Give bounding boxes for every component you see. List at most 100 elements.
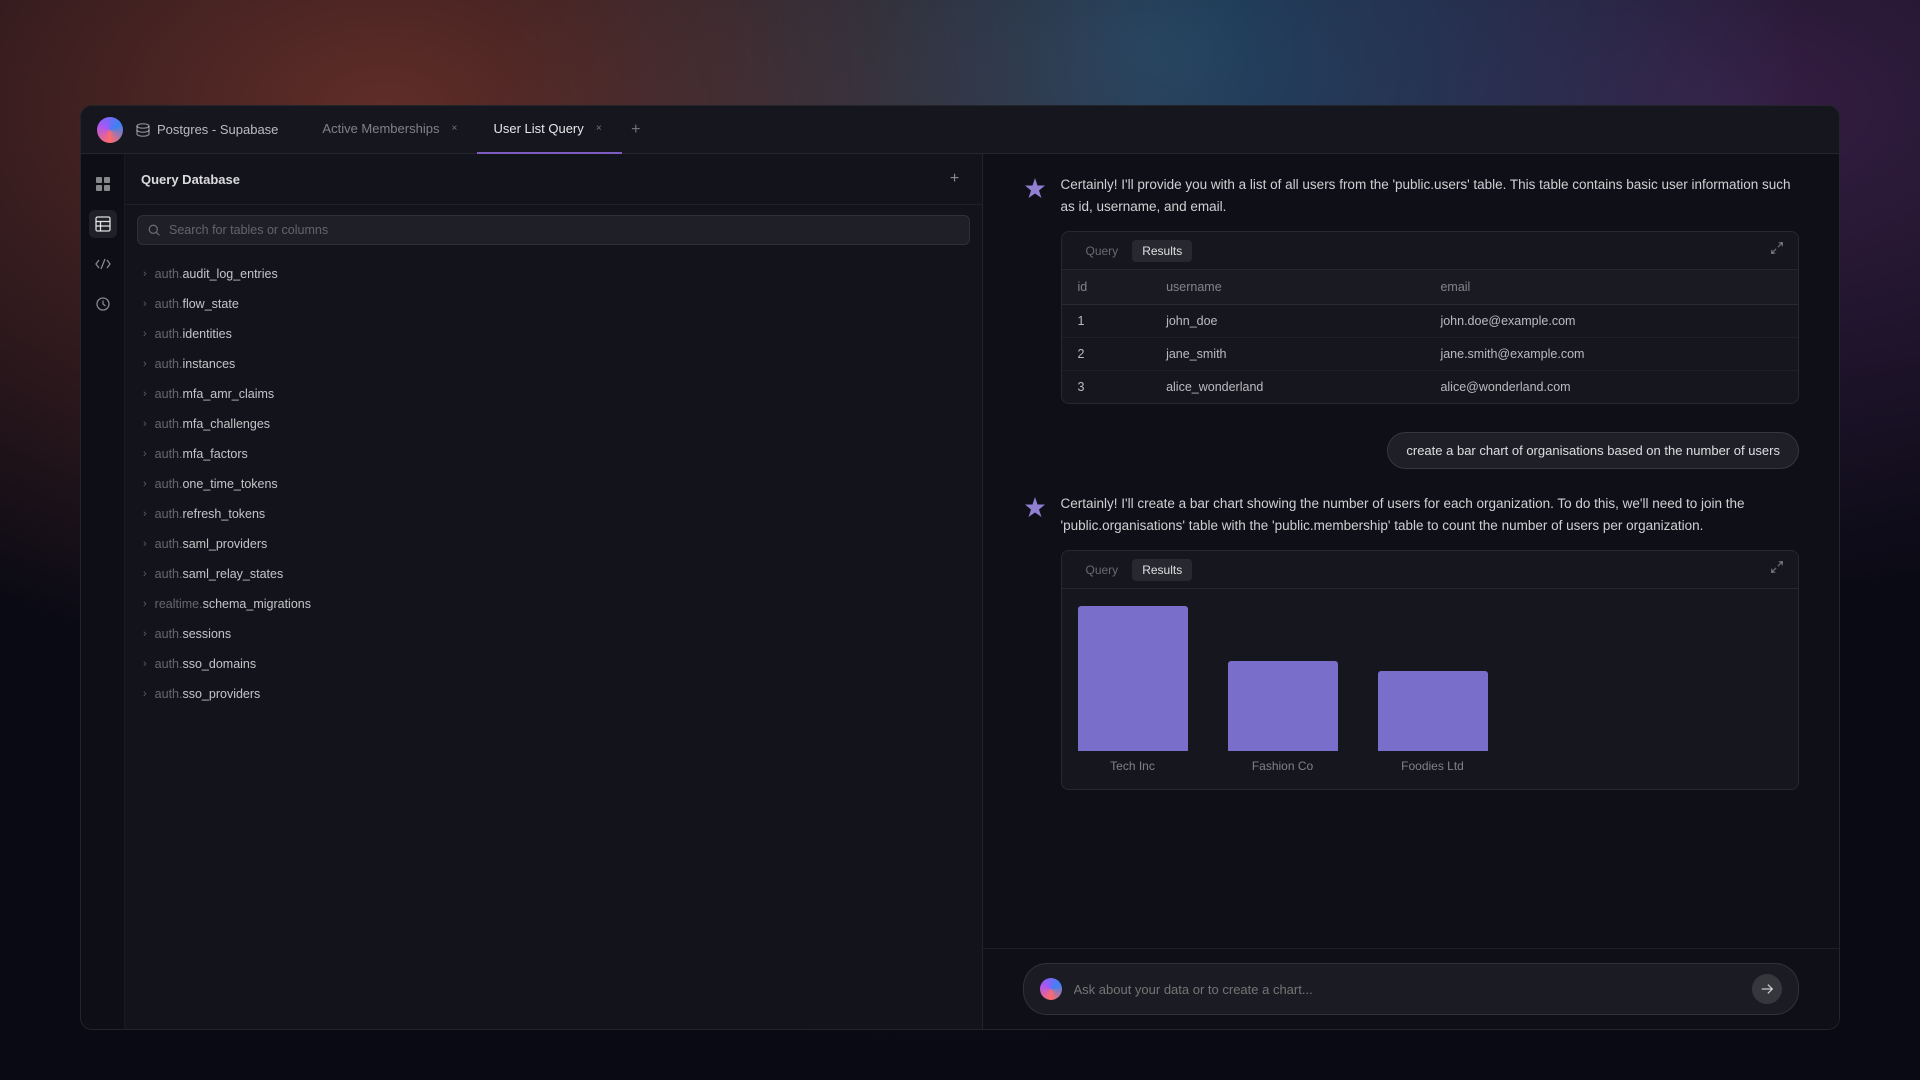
- second-ai-message: Certainly! I'll create a bar chart showi…: [1023, 493, 1800, 790]
- sidebar-title: Query Database: [141, 172, 240, 187]
- sidebar-table-item[interactable]: › auth.saml_providers: [125, 529, 982, 559]
- table-name-label: auth.mfa_challenges: [155, 417, 270, 431]
- tab-user-list-query-close[interactable]: ×: [592, 122, 606, 136]
- sidebar-table-item[interactable]: › auth.audit_log_entries: [125, 259, 982, 289]
- tab-add-button[interactable]: +: [622, 116, 650, 144]
- database-icon: [135, 122, 151, 138]
- second-ai-message-text: Certainly! I'll create a bar chart showi…: [1061, 493, 1800, 536]
- second-query-tab[interactable]: Query: [1076, 559, 1129, 581]
- chat-messages: Certainly! I'll provide you with a list …: [983, 154, 1840, 948]
- send-button[interactable]: [1752, 974, 1782, 1004]
- chat-input-box: [1023, 963, 1800, 1015]
- cell-email: john.doe@example.com: [1424, 305, 1798, 338]
- col-header-username: username: [1150, 270, 1424, 305]
- ai-avatar-2: [1023, 495, 1047, 519]
- bar-group: Fashion Co: [1228, 661, 1338, 773]
- sidebar-add-button[interactable]: +: [944, 168, 966, 190]
- search-placeholder: Search for tables or columns: [169, 223, 328, 237]
- search-icon: [148, 224, 161, 237]
- table-name-label: auth.saml_relay_states: [155, 567, 284, 581]
- cell-id: 1: [1062, 305, 1151, 338]
- bar: [1378, 671, 1488, 751]
- table-row: 1john_doejohn.doe@example.com: [1062, 305, 1799, 338]
- sidebar-table-item[interactable]: › auth.mfa_challenges: [125, 409, 982, 439]
- chevron-icon: ›: [143, 658, 147, 670]
- chevron-icon: ›: [143, 598, 147, 610]
- first-results-table: id username email 1john_doejohn.doe@exam…: [1062, 270, 1799, 403]
- cell-username: jane_smith: [1150, 338, 1424, 371]
- table-row: 2jane_smithjane.smith@example.com: [1062, 338, 1799, 371]
- second-expand-button[interactable]: [1770, 560, 1784, 579]
- app-logo: [97, 117, 123, 143]
- sidebar-table-item[interactable]: › auth.instances: [125, 349, 982, 379]
- sidebar-table-item[interactable]: › auth.mfa_factors: [125, 439, 982, 469]
- sidebar-table-item[interactable]: › auth.sso_providers: [125, 679, 982, 709]
- chevron-icon: ›: [143, 568, 147, 580]
- table-name-label: auth.mfa_factors: [155, 447, 248, 461]
- db-connection-label: Postgres - Supabase: [135, 122, 278, 138]
- first-query-tab[interactable]: Query: [1076, 240, 1129, 262]
- bar-label: Tech Inc: [1110, 759, 1155, 773]
- sidebar-table-item[interactable]: › auth.sessions: [125, 619, 982, 649]
- bar-label: Foodies Ltd: [1401, 759, 1464, 773]
- table-name-label: auth.mfa_amr_claims: [155, 387, 275, 401]
- sidebar-table-item[interactable]: › auth.saml_relay_states: [125, 559, 982, 589]
- sidebar: Query Database + Search for tables or co…: [125, 154, 983, 1029]
- cell-id: 2: [1062, 338, 1151, 371]
- first-expand-button[interactable]: [1770, 241, 1784, 260]
- table-name-label: auth.refresh_tokens: [155, 507, 266, 521]
- second-results-tabs: Query Results: [1062, 551, 1799, 589]
- sidebar-table-item[interactable]: › auth.refresh_tokens: [125, 499, 982, 529]
- first-ai-message: Certainly! I'll provide you with a list …: [1023, 174, 1800, 404]
- col-header-email: email: [1424, 270, 1798, 305]
- first-ai-message-text: Certainly! I'll provide you with a list …: [1061, 174, 1800, 217]
- second-results-tab[interactable]: Results: [1132, 559, 1192, 581]
- db-connection-name: Postgres - Supabase: [157, 122, 278, 137]
- table-name-label: realtime.schema_migrations: [155, 597, 311, 611]
- sidebar-icon-grid[interactable]: [89, 170, 117, 198]
- sidebar-table-item[interactable]: › auth.mfa_amr_claims: [125, 379, 982, 409]
- chevron-icon: ›: [143, 628, 147, 640]
- sidebar-table-item[interactable]: › auth.one_time_tokens: [125, 469, 982, 499]
- table-name-label: auth.audit_log_entries: [155, 267, 278, 281]
- table-name-label: auth.saml_providers: [155, 537, 268, 551]
- sidebar-table-item[interactable]: › auth.sso_domains: [125, 649, 982, 679]
- tab-user-list-query-label: User List Query: [493, 121, 583, 136]
- sidebar-icon-history[interactable]: [89, 290, 117, 318]
- sidebar-table-item[interactable]: › auth.flow_state: [125, 289, 982, 319]
- bar-group: Tech Inc: [1078, 606, 1188, 773]
- tab-active-memberships-close[interactable]: ×: [447, 122, 461, 136]
- main-window: Postgres - Supabase Active Memberships ×…: [80, 105, 1840, 1030]
- chat-input[interactable]: [1074, 982, 1741, 997]
- table-name-label: auth.sso_providers: [155, 687, 261, 701]
- chevron-icon: ›: [143, 268, 147, 280]
- chevron-icon: ›: [143, 538, 147, 550]
- cell-username: john_doe: [1150, 305, 1424, 338]
- table-name-label: auth.one_time_tokens: [155, 477, 278, 491]
- sidebar-table-item[interactable]: › auth.identities: [125, 319, 982, 349]
- sidebar-icon-table[interactable]: [89, 210, 117, 238]
- table-name-label: auth.sessions: [155, 627, 231, 641]
- table-name-label: auth.flow_state: [155, 297, 239, 311]
- sidebar-header: Query Database +: [125, 154, 982, 205]
- user-message-bubble: create a bar chart of organisations base…: [1387, 432, 1799, 469]
- tab-active-memberships[interactable]: Active Memberships ×: [306, 106, 477, 154]
- chevron-icon: ›: [143, 448, 147, 460]
- titlebar: Postgres - Supabase Active Memberships ×…: [81, 106, 1839, 154]
- first-results-tabs: Query Results: [1062, 232, 1799, 270]
- bar-label: Fashion Co: [1252, 759, 1313, 773]
- second-ai-message-content: Certainly! I'll create a bar chart showi…: [1061, 493, 1800, 790]
- search-box[interactable]: Search for tables or columns: [137, 215, 970, 245]
- first-results-tab[interactable]: Results: [1132, 240, 1192, 262]
- bar-group: Foodies Ltd: [1378, 671, 1488, 773]
- sidebar-table-item[interactable]: › realtime.schema_migrations: [125, 589, 982, 619]
- col-header-id: id: [1062, 270, 1151, 305]
- ai-avatar-1: [1023, 176, 1047, 200]
- sidebar-icon-code[interactable]: [89, 250, 117, 278]
- cell-email: jane.smith@example.com: [1424, 338, 1798, 371]
- table-name-label: auth.sso_domains: [155, 657, 256, 671]
- cell-username: alice_wonderland: [1150, 371, 1424, 404]
- chevron-icon: ›: [143, 478, 147, 490]
- cell-id: 3: [1062, 371, 1151, 404]
- tab-user-list-query[interactable]: User List Query ×: [477, 106, 621, 154]
